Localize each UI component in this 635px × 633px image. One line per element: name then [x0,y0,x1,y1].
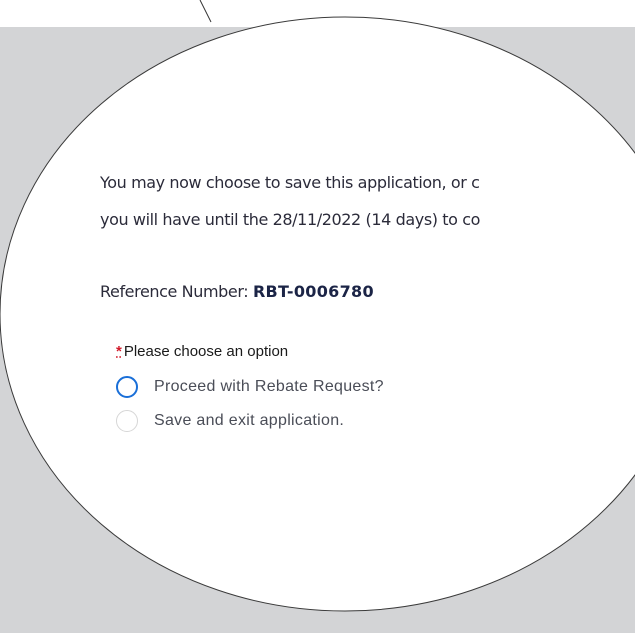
reference-number-row: Reference Number: RBT-0006780 [100,282,374,301]
save-exit-radio-label[interactable]: Save and exit application. [154,412,344,430]
reference-label: Reference Number: [100,282,249,301]
intro-text-line-2: you will have until the 28/11/2022 (14 d… [100,210,481,229]
required-marker: * [116,343,122,360]
choice-label-text: Please choose an option [123,343,289,360]
option-proceed-rebate[interactable]: Proceed with Rebate Request? [116,376,384,398]
intro-text-line-1: You may now choose to save this applicat… [100,173,480,192]
save-exit-radio-button[interactable] [116,410,138,432]
proceed-radio-label[interactable]: Proceed with Rebate Request? [154,378,384,396]
reference-number-value: RBT-0006780 [252,282,374,301]
proceed-radio-button[interactable] [116,376,138,398]
choice-group-label: * Please choose an option [116,343,288,360]
option-save-exit[interactable]: Save and exit application. [116,410,344,432]
magnifier-pointer-line [199,0,212,23]
